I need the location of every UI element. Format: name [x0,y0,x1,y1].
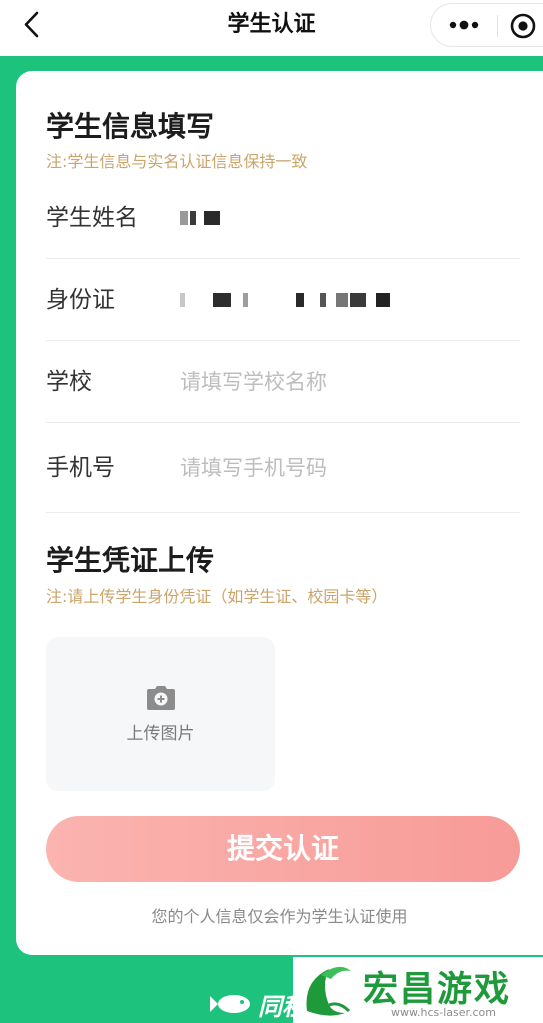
nav-bar: 学生认证 [0,0,543,56]
info-section-note: 注:学生信息与实名认证信息保持一致 [46,152,308,171]
camera-add-icon [147,686,175,710]
form-card: 学生信息填写 注:学生信息与实名认证信息保持一致 学生姓名 身份证 学校 手机号 [16,71,543,955]
submit-button[interactable]: 提交认证 [46,816,520,882]
brand-footer: 同程 [208,985,306,1023]
info-section-title: 学生信息填写 [46,110,215,143]
name-masked-value [180,209,222,227]
watermark: 宏昌游戏网 www.hcs-laser.com [293,957,543,1023]
more-dots-icon[interactable] [445,14,485,36]
fish-logo-icon [210,995,250,1013]
upload-label: 上传图片 [126,724,195,744]
school-label: 学校 [46,369,92,395]
form-row-school: 学校 [46,341,520,423]
name-label: 学生姓名 [46,205,138,231]
upload-image-box[interactable]: 上传图片 [46,637,275,791]
upload-section-note: 注:请上传学生身份凭证（如学生证、校园卡等） [46,587,388,606]
school-input[interactable] [180,361,510,403]
privacy-footnote: 您的个人信息仅会作为学生认证使用 [151,907,408,926]
form-row-name[interactable]: 学生姓名 [46,177,520,259]
phone-label: 手机号 [46,455,115,481]
form-row-phone: 手机号 [46,423,520,513]
phone-input[interactable] [180,447,510,489]
id-label: 身份证 [46,287,115,313]
capsule-divider [497,15,498,37]
id-masked-value [180,291,392,309]
mini-program-capsule [430,3,543,47]
wave-logo-icon [306,966,351,1016]
watermark-url: www.hcs-laser.com [391,1006,496,1019]
target-close-icon[interactable] [509,12,537,40]
upload-section-title: 学生凭证上传 [46,544,215,577]
form-row-id[interactable]: 身份证 [46,259,520,341]
